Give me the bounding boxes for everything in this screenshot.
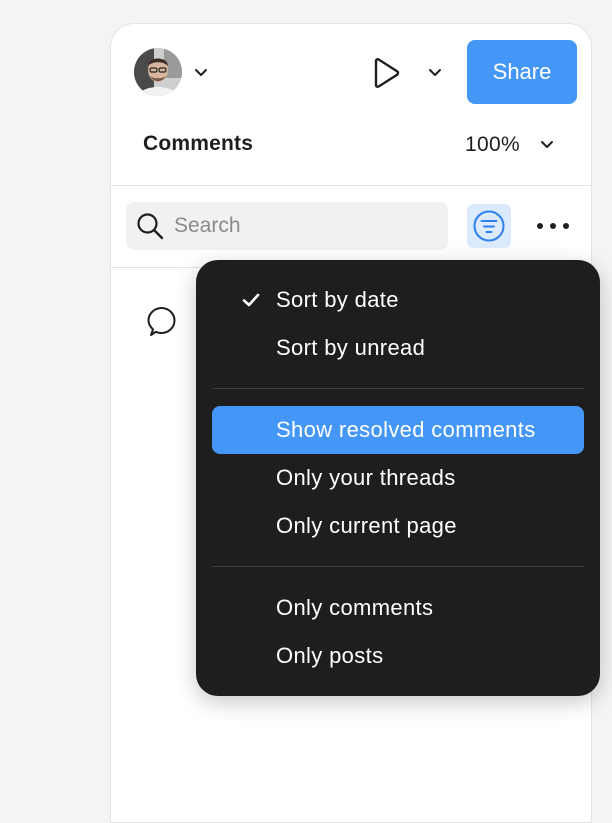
menu-item-only-your-threads[interactable]: Only your threads bbox=[212, 454, 584, 502]
share-button[interactable]: Share bbox=[467, 40, 577, 104]
menu-item-label: Sort by date bbox=[276, 287, 399, 312]
menu-item-sort-by-unread[interactable]: Sort by unread bbox=[212, 324, 584, 372]
play-icon[interactable] bbox=[372, 57, 400, 89]
avatar-chevron-down-icon[interactable] bbox=[194, 68, 208, 78]
menu-item-label: Sort by unread bbox=[276, 335, 426, 360]
filter-menu: Sort by date Sort by unread Show resolve… bbox=[196, 260, 600, 696]
more-icon bbox=[537, 223, 569, 229]
zoom-select[interactable]: 100% bbox=[465, 130, 554, 160]
avatar-photo bbox=[134, 48, 182, 96]
search-icon bbox=[137, 213, 164, 240]
menu-item-only-comments[interactable]: Only comments bbox=[212, 584, 584, 632]
menu-item-only-posts[interactable]: Only posts bbox=[212, 632, 584, 680]
menu-item-label: Only current page bbox=[276, 513, 457, 538]
menu-separator bbox=[212, 566, 584, 567]
chevron-down-icon bbox=[540, 141, 553, 148]
menu-item-label: Show resolved comments bbox=[276, 417, 536, 442]
checkmark-icon bbox=[242, 293, 260, 307]
menu-separator bbox=[212, 388, 584, 389]
menu-item-label: Only posts bbox=[276, 643, 384, 668]
menu-item-sort-by-date[interactable]: Sort by date bbox=[212, 276, 584, 324]
filter-button[interactable] bbox=[467, 204, 511, 248]
page-title: Comments bbox=[143, 132, 254, 155]
menu-item-only-current-page[interactable]: Only current page bbox=[212, 502, 584, 550]
comment-bubble-icon bbox=[147, 307, 176, 336]
menu-item-label: Only comments bbox=[276, 595, 434, 620]
menu-item-label: Only your threads bbox=[276, 465, 456, 490]
play-chevron-down-icon[interactable] bbox=[428, 68, 442, 78]
filter-icon bbox=[473, 210, 505, 242]
zoom-value: 100% bbox=[465, 133, 520, 156]
header-divider bbox=[111, 185, 591, 186]
search-input[interactable] bbox=[174, 214, 424, 238]
more-options-button[interactable] bbox=[529, 210, 577, 242]
menu-item-show-resolved-comments[interactable]: Show resolved comments bbox=[212, 406, 584, 454]
search-box[interactable] bbox=[126, 202, 448, 250]
user-avatar[interactable] bbox=[134, 48, 182, 96]
